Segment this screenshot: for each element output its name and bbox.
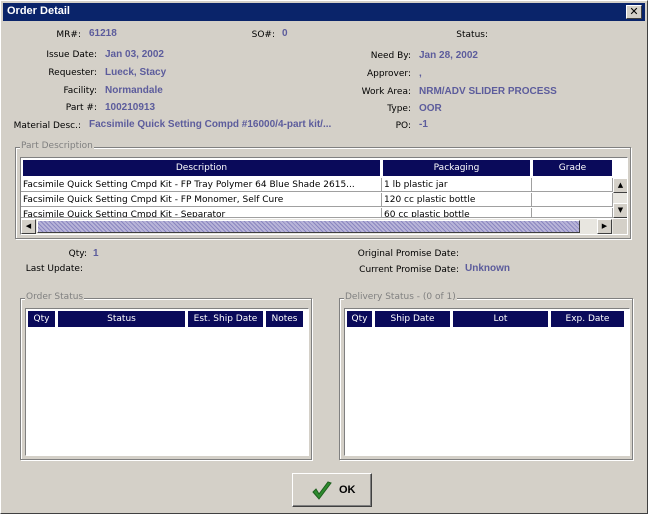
work-area-value: NRM/ADV SLIDER PROCESS bbox=[419, 86, 557, 97]
arrow-up-icon: ▲ bbox=[617, 181, 624, 189]
issue-date-value: Jan 03, 2002 bbox=[105, 49, 164, 60]
facility-value: Normandale bbox=[105, 85, 163, 96]
column-header-description[interactable]: Description bbox=[23, 160, 381, 176]
part-description-table: Description Packaging Grade Facsimile Qu… bbox=[20, 157, 628, 235]
qty-label: Qty: bbox=[68, 249, 87, 259]
mr-label: MR#: bbox=[56, 30, 81, 40]
material-desc-label: Material Desc.: bbox=[13, 121, 81, 131]
po-value: -1 bbox=[419, 119, 428, 130]
column-header-packaging[interactable]: Packaging bbox=[383, 160, 531, 176]
part-description-group: Part Description Description Packaging G… bbox=[15, 141, 631, 239]
need-by-value: Jan 28, 2002 bbox=[419, 50, 478, 61]
order-status-title: Order Status bbox=[25, 292, 85, 302]
mr-value: 61218 bbox=[89, 28, 117, 39]
column-header-notes[interactable]: Notes bbox=[266, 311, 304, 327]
title-bar[interactable]: Order Detail ✕ bbox=[3, 3, 645, 21]
column-header-lot[interactable]: Lot bbox=[453, 311, 549, 327]
vertical-scrollbar[interactable]: ▲ ▼ bbox=[613, 178, 627, 218]
table-row-3-description[interactable]: Facsimile Quick Setting Cmpd Kit - Separ… bbox=[21, 208, 382, 218]
column-header-qty[interactable]: Qty bbox=[28, 311, 56, 327]
requester-value: Lueck, Stacy bbox=[105, 67, 167, 78]
table-row-1-packaging[interactable]: 1 lb plastic jar bbox=[382, 178, 532, 192]
checkmark-icon bbox=[312, 481, 332, 500]
ok-button[interactable]: OK bbox=[292, 473, 372, 507]
table-row-3-packaging[interactable]: 60 cc plastic bottle bbox=[382, 208, 532, 218]
need-by-label: Need By: bbox=[370, 51, 411, 61]
current-promise-date-value: Unknown bbox=[465, 263, 510, 274]
arrow-right-icon: ▶ bbox=[601, 222, 608, 230]
material-desc-value: Facsimile Quick Setting Compd #16000/4-p… bbox=[89, 119, 332, 130]
table-row-1-grade[interactable] bbox=[532, 178, 613, 192]
arrow-down-icon: ▼ bbox=[617, 206, 624, 214]
type-label: Type: bbox=[387, 104, 411, 114]
so-label: SO#: bbox=[251, 30, 275, 40]
scroll-down-button[interactable]: ▼ bbox=[613, 203, 627, 218]
part-number-value: 100210913 bbox=[105, 102, 156, 113]
table-row-2-grade[interactable] bbox=[532, 193, 613, 207]
table-row-2-description[interactable]: Facsimile Quick Setting Cmpd Kit - FP Mo… bbox=[21, 193, 382, 207]
close-button[interactable]: ✕ bbox=[626, 5, 642, 19]
order-status-table: Qty Status Est. Ship Date Notes bbox=[25, 308, 309, 456]
horizontal-scroll-thumb[interactable] bbox=[37, 220, 580, 233]
scroll-up-button[interactable]: ▲ bbox=[613, 178, 627, 193]
delivery-status-title: Delivery Status - (0 of 1) bbox=[344, 292, 457, 302]
approver-value: , bbox=[419, 68, 422, 79]
po-label: PO: bbox=[395, 121, 411, 131]
current-promise-date-label: Current Promise Date: bbox=[359, 265, 459, 275]
requester-label: Requester: bbox=[48, 68, 97, 78]
facility-label: Facility: bbox=[63, 86, 97, 96]
part-description-title: Part Description bbox=[20, 141, 94, 151]
close-icon: ✕ bbox=[629, 5, 639, 18]
column-header-ship-date[interactable]: Ship Date bbox=[375, 311, 451, 327]
column-header-qty[interactable]: Qty bbox=[347, 311, 373, 327]
qty-value: 1 bbox=[93, 248, 99, 259]
scroll-right-button[interactable]: ▶ bbox=[597, 219, 612, 234]
arrow-left-icon: ◀ bbox=[25, 222, 32, 230]
scroll-corner bbox=[613, 219, 627, 234]
issue-date-label: Issue Date: bbox=[46, 50, 97, 60]
table-row-1-description[interactable]: Facsimile Quick Setting Cmpd Kit - FP Tr… bbox=[21, 178, 382, 192]
horizontal-scrollbar[interactable]: ◀ ▶ bbox=[21, 219, 613, 234]
column-header-exp-date[interactable]: Exp. Date bbox=[551, 311, 625, 327]
delivery-status-table: Qty Ship Date Lot Exp. Date bbox=[344, 308, 630, 456]
approver-label: Approver: bbox=[366, 69, 411, 79]
type-value: OOR bbox=[419, 103, 442, 114]
table-row-3-grade[interactable] bbox=[532, 208, 613, 218]
delivery-status-group: Delivery Status - (0 of 1) Qty Ship Date… bbox=[339, 292, 633, 460]
ok-button-label: OK bbox=[339, 484, 356, 496]
status-label: Status: bbox=[456, 30, 488, 40]
column-header-status[interactable]: Status bbox=[58, 311, 186, 327]
column-header-grade[interactable]: Grade bbox=[533, 160, 613, 176]
last-update-label: Last Update: bbox=[25, 264, 83, 274]
window-title: Order Detail bbox=[7, 5, 70, 17]
original-promise-date-label: Original Promise Date: bbox=[357, 249, 459, 259]
so-value: 0 bbox=[282, 28, 288, 39]
table-row-2-packaging[interactable]: 120 cc plastic bottle bbox=[382, 193, 532, 207]
column-header-est-ship-date[interactable]: Est. Ship Date bbox=[188, 311, 264, 327]
scroll-left-button[interactable]: ◀ bbox=[21, 219, 36, 234]
order-status-group: Order Status Qty Status Est. Ship Date N… bbox=[20, 292, 312, 460]
work-area-label: Work Area: bbox=[361, 87, 411, 97]
order-detail-window: Order Detail ✕ MR#: 61218 SO#: 0 Status:… bbox=[0, 0, 648, 514]
part-number-label: Part #: bbox=[65, 103, 97, 113]
